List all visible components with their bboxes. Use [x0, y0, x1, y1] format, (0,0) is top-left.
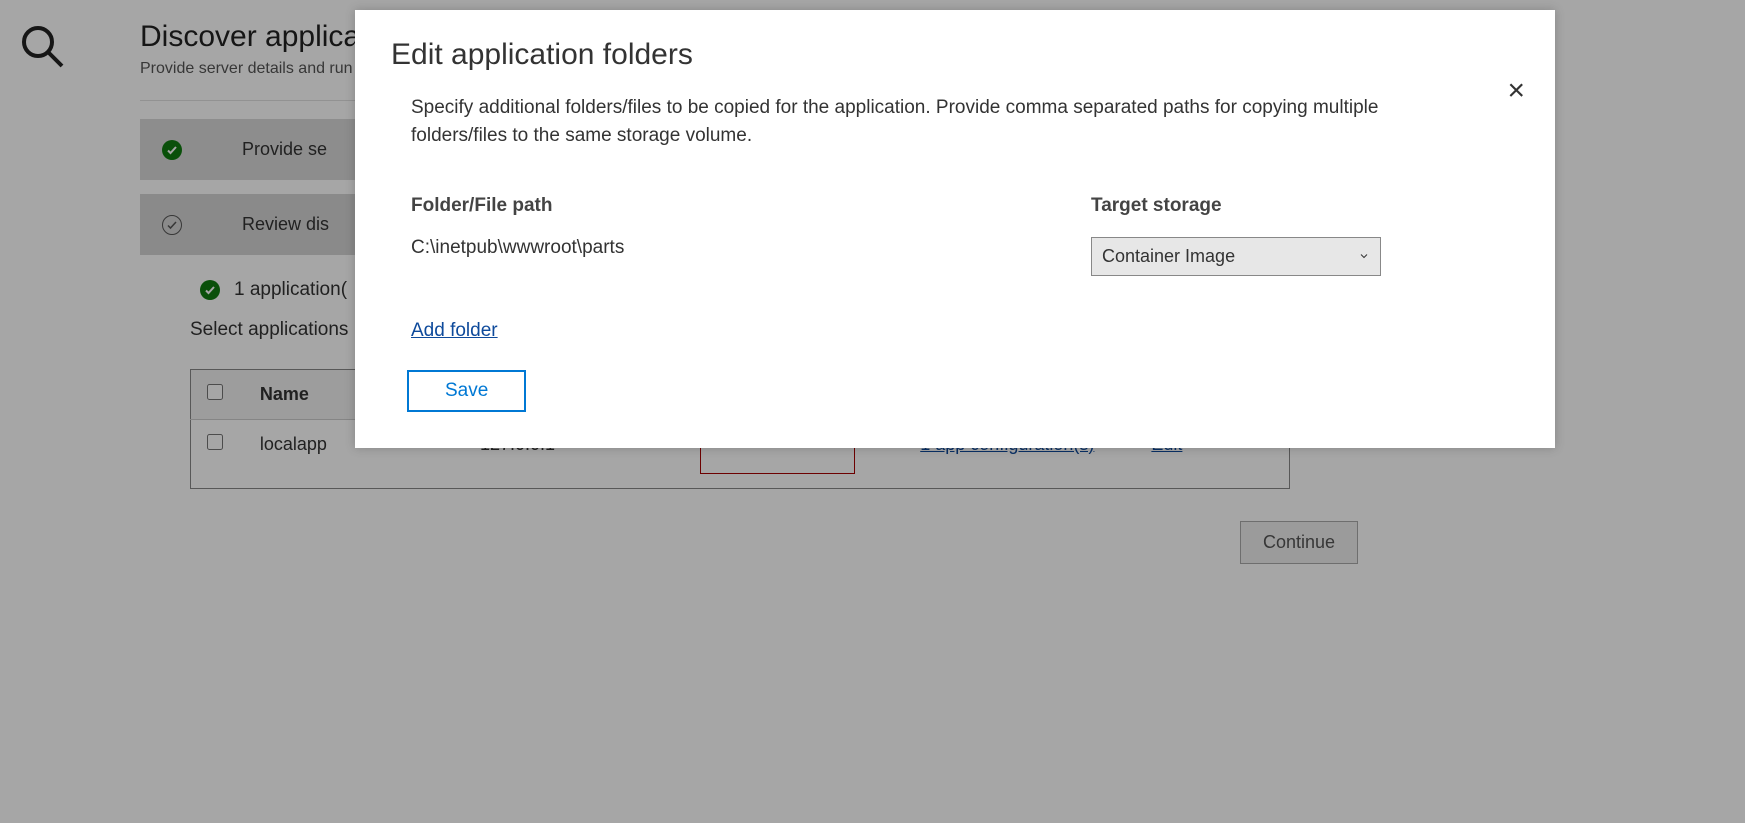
- dialog-title: Edit application folders: [391, 38, 1519, 72]
- close-button[interactable]: ×: [1501, 70, 1531, 112]
- folder-path-label: Folder/File path: [411, 195, 1091, 217]
- dialog-description: Specify additional folders/files to be c…: [411, 94, 1471, 149]
- chevron-down-icon: [1358, 246, 1370, 267]
- target-storage-label: Target storage: [1091, 195, 1451, 217]
- target-storage-select[interactable]: Container Image: [1091, 237, 1381, 276]
- folder-path-value: C:\inetpub\wwwroot\parts: [411, 237, 1091, 259]
- target-storage-value: Container Image: [1102, 246, 1235, 267]
- add-folder-link[interactable]: Add folder: [411, 320, 498, 342]
- edit-application-folders-dialog: Edit application folders × Specify addit…: [355, 10, 1555, 448]
- save-button[interactable]: Save: [407, 370, 526, 412]
